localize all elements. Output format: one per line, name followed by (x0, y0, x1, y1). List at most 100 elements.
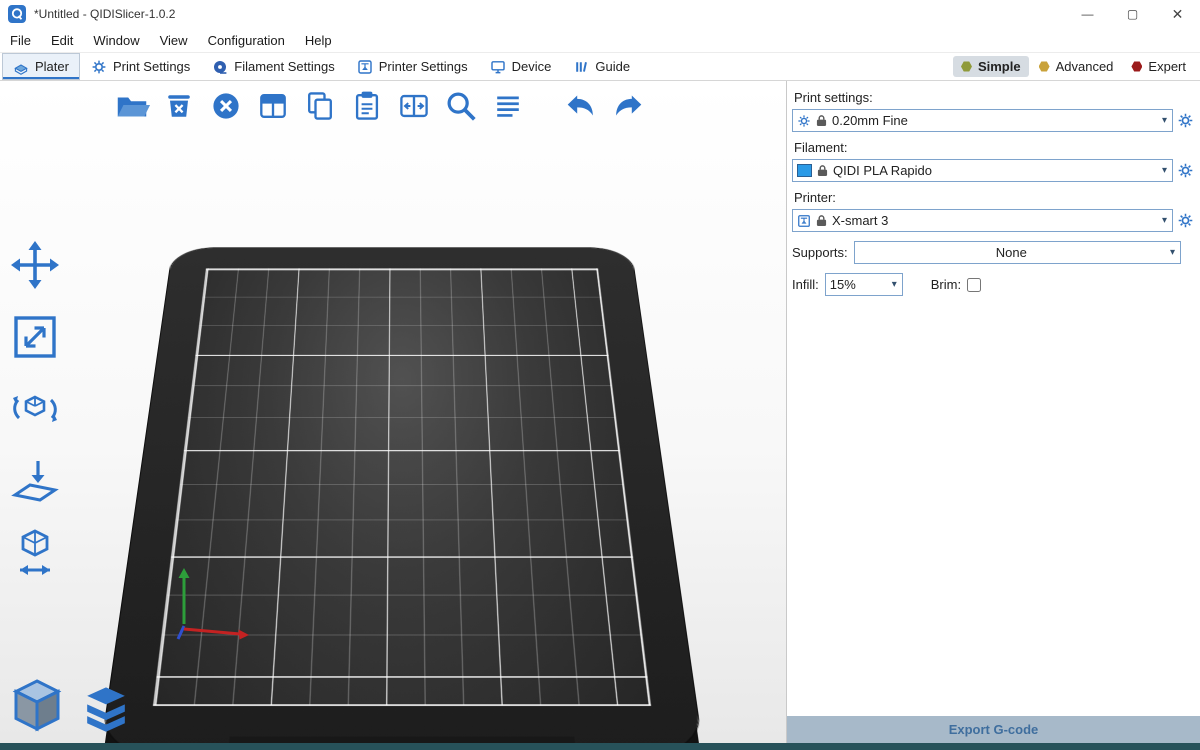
place-on-face-icon (8, 454, 62, 508)
search-button[interactable] (441, 86, 481, 126)
arrange-grid-icon (255, 88, 291, 124)
arrange-button[interactable] (253, 86, 293, 126)
bottom-strip (0, 743, 1200, 750)
advanced-mode-dot-icon (1039, 61, 1050, 72)
printer-gear-button[interactable] (1177, 212, 1195, 230)
viewport-3d[interactable] (0, 81, 786, 743)
filament-color-swatch-icon (797, 164, 812, 177)
chevron-down-icon: ▾ (891, 279, 898, 290)
copy-button[interactable] (300, 86, 340, 126)
menu-edit[interactable]: Edit (47, 30, 83, 51)
menu-window[interactable]: Window (89, 30, 149, 51)
chevron-down-icon: ▾ (1161, 115, 1168, 126)
guide-book-icon (573, 59, 589, 75)
redo-arrow-icon (609, 87, 647, 125)
rotate-button[interactable] (6, 380, 64, 438)
layer-lines-icon (490, 88, 526, 124)
infill-combo[interactable]: 15% ▾ (825, 273, 903, 296)
origin-axes-icon (160, 536, 270, 646)
printer-row: X-smart 3 ▾ (792, 209, 1195, 232)
delete-all-icon (208, 88, 244, 124)
rotate-icon (8, 382, 62, 436)
variable-layer-height-button[interactable] (488, 86, 528, 126)
redo-button[interactable] (608, 86, 648, 126)
title-bar: *Untitled - QIDISlicer-1.0.2 — ▢ ✕ (0, 0, 1200, 28)
open-file-button[interactable] (112, 86, 152, 126)
supports-combo[interactable]: None ▾ (854, 241, 1181, 264)
tab-guide[interactable]: Guide (562, 53, 641, 80)
printer-value: X-smart 3 (832, 213, 1156, 228)
chevron-down-icon: ▾ (1161, 215, 1168, 226)
simple-mode-dot-icon (961, 61, 972, 72)
menu-help[interactable]: Help (301, 30, 342, 51)
window-title: *Untitled - QIDISlicer-1.0.2 (34, 7, 175, 21)
gear-icon (1177, 112, 1194, 129)
infill-value: 15% (830, 277, 886, 292)
layers-stack-icon (80, 682, 132, 734)
plater-icon (13, 59, 29, 75)
preview-layers-view-button[interactable] (80, 682, 132, 737)
print-settings-value: 0.20mm Fine (832, 113, 1156, 128)
tab-print-settings[interactable]: Print Settings (80, 53, 201, 80)
minimize-button[interactable]: — (1065, 0, 1110, 28)
undo-button[interactable] (561, 86, 601, 126)
bed-frame (101, 248, 703, 743)
filament-combo[interactable]: QIDI PLA Rapido ▾ (792, 159, 1173, 182)
place-on-face-button[interactable] (6, 452, 64, 510)
brim-label: Brim: (931, 277, 961, 292)
infill-label: Infill: (792, 277, 819, 292)
lock-icon (816, 114, 827, 127)
print-bed (101, 248, 703, 743)
mode-advanced[interactable]: Advanced (1031, 56, 1122, 77)
tab-filament-settings[interactable]: Filament Settings (201, 53, 345, 80)
gizmo-toolbar (6, 236, 64, 582)
scale-icon (8, 310, 62, 364)
undo-arrow-icon (562, 87, 600, 125)
measure-button[interactable] (6, 524, 64, 582)
3d-editor-view-button[interactable] (8, 676, 66, 737)
mode-label: Simple (978, 59, 1021, 74)
printer-label: Printer: (794, 190, 1193, 205)
scale-button[interactable] (6, 308, 64, 366)
export-gcode-button[interactable]: Export G-code (787, 716, 1200, 743)
mode-simple[interactable]: Simple (953, 56, 1029, 77)
filament-spool-icon (212, 59, 228, 75)
delete-all-button[interactable] (206, 86, 246, 126)
bed-scene (0, 81, 786, 743)
move-button[interactable] (6, 236, 64, 294)
chevron-down-icon: ▾ (1169, 247, 1176, 258)
tab-device[interactable]: Device (479, 53, 563, 80)
lock-icon (816, 214, 827, 227)
menu-view[interactable]: View (156, 30, 198, 51)
tab-label: Plater (35, 59, 69, 74)
app-window: *Untitled - QIDISlicer-1.0.2 — ▢ ✕ File … (0, 0, 1200, 750)
copy-icon (302, 88, 338, 124)
expert-mode-dot-icon (1131, 61, 1142, 72)
tab-plater[interactable]: Plater (2, 53, 80, 80)
delete-button[interactable] (159, 86, 199, 126)
brim-checkbox[interactable] (967, 278, 981, 292)
filament-value: QIDI PLA Rapido (833, 163, 1156, 178)
printer-combo[interactable]: X-smart 3 ▾ (792, 209, 1173, 232)
paste-button[interactable] (347, 86, 387, 126)
print-settings-gear-icon (91, 59, 107, 75)
menu-configuration[interactable]: Configuration (204, 30, 295, 51)
mode-expert[interactable]: Expert (1123, 56, 1194, 77)
maximize-button[interactable]: ▢ (1110, 0, 1155, 28)
print-settings-label: Print settings: (794, 90, 1193, 105)
tab-label: Guide (595, 59, 630, 74)
window-controls: — ▢ ✕ (1065, 0, 1200, 28)
split-button[interactable] (394, 86, 434, 126)
gear-icon (797, 114, 811, 128)
filament-label: Filament: (794, 140, 1193, 155)
menu-file[interactable]: File (6, 30, 41, 51)
tab-printer-settings[interactable]: Printer Settings (346, 53, 479, 80)
open-folder-icon (113, 87, 151, 125)
close-button[interactable]: ✕ (1155, 0, 1200, 28)
mode-label: Advanced (1056, 59, 1114, 74)
print-settings-gear-button[interactable] (1177, 112, 1195, 130)
filament-row: QIDI PLA Rapido ▾ (792, 159, 1195, 182)
print-settings-combo[interactable]: 0.20mm Fine ▾ (792, 109, 1173, 132)
infill-brim-row: Infill: 15% ▾ Brim: (792, 273, 1195, 296)
filament-gear-button[interactable] (1177, 162, 1195, 180)
